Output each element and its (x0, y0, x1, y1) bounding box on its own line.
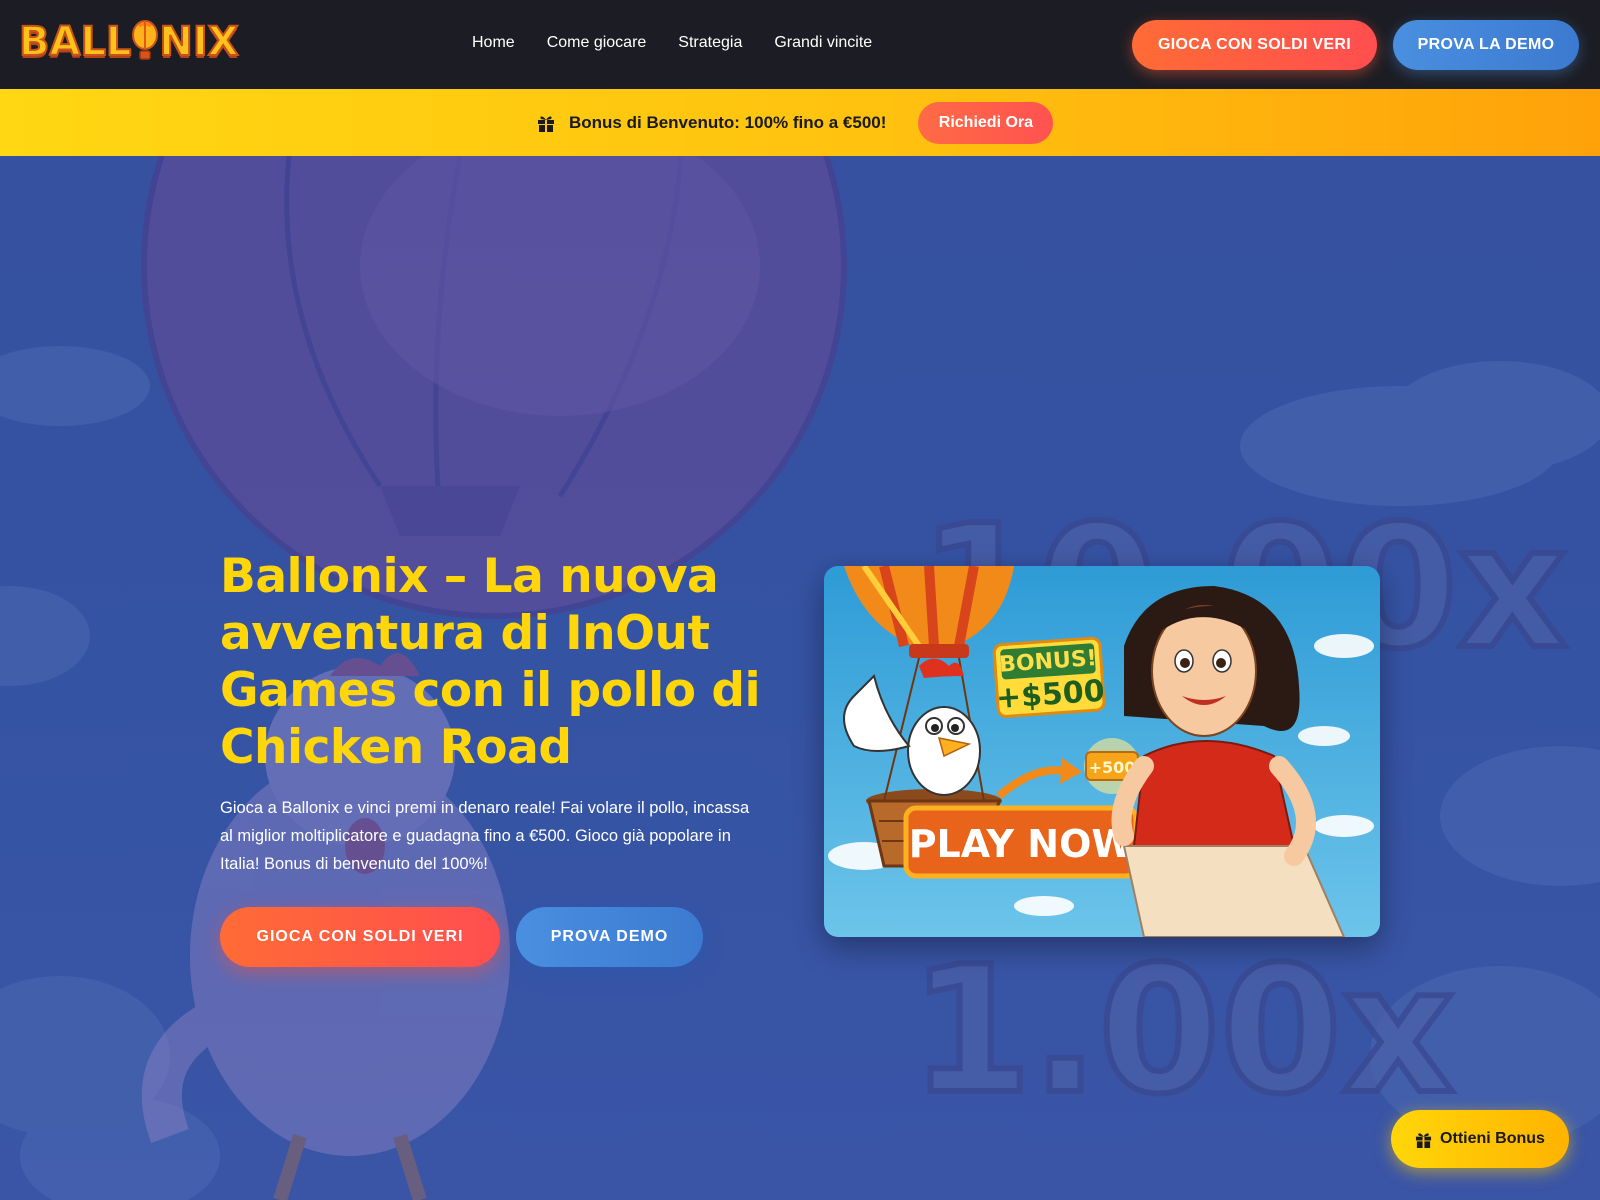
promo-play-now-label: PLAY NOW (909, 822, 1134, 866)
nav-link-grandi-vincite[interactable]: Grandi vincite (774, 34, 872, 52)
nav-link-home[interactable]: Home (472, 34, 515, 52)
hero-demo-button[interactable]: PROVA DEMO (516, 907, 703, 967)
ballonix-logo[interactable]: BALL NIX (18, 14, 240, 70)
hero-play-real-button[interactable]: GIOCA CON SOLDI VERI (220, 907, 500, 967)
main-nav: Home Come giocare Strategia Grandi vinci… (472, 34, 904, 52)
nav-demo-button[interactable]: PROVA LA DEMO (1393, 20, 1579, 70)
promo-image[interactable]: BONUS! +$500 +500 PLAY NOW (824, 566, 1380, 937)
promo-illustration: BONUS! +$500 +500 PLAY NOW (824, 566, 1380, 937)
balloon-logo-icon (132, 20, 159, 60)
gift-icon (538, 116, 554, 132)
bonus-banner: Bonus di Benvenuto: 100% fino a €500! Ri… (0, 89, 1600, 156)
gift-icon (1415, 1132, 1432, 1148)
logo-wordmark: BALL (18, 19, 132, 65)
floating-bonus-label: Ottieni Bonus (1440, 1130, 1545, 1147)
bonus-banner-content: Bonus di Benvenuto: 100% fino a €500! Ri… (537, 102, 1054, 144)
hero-title: Ballonix – La nuova avventura di InOut G… (220, 549, 761, 775)
bonus-text: Bonus di Benvenuto: 100% fino a €500! (569, 113, 887, 132)
top-navbar: BALL NIX Home Come giocare Strategia Gra… (0, 0, 1600, 89)
hero-section: 10.00x 1.00x Ballonix – La nuova avventu… (0, 156, 1600, 1200)
bg-multiplier-bottom: 1.00x (910, 930, 1455, 1133)
claim-bonus-button[interactable]: Richiedi Ora (918, 102, 1054, 144)
nav-play-real-button[interactable]: GIOCA CON SOLDI VERI (1132, 20, 1377, 70)
floating-bonus-button[interactable]: Ottieni Bonus (1391, 1110, 1569, 1168)
hero-description: Gioca a Ballonix e vinci premi in denaro… (220, 799, 750, 873)
logo-wordmark-end: NIX (158, 19, 239, 65)
nav-link-come-giocare[interactable]: Come giocare (547, 34, 647, 52)
nav-link-strategia[interactable]: Strategia (678, 34, 742, 52)
